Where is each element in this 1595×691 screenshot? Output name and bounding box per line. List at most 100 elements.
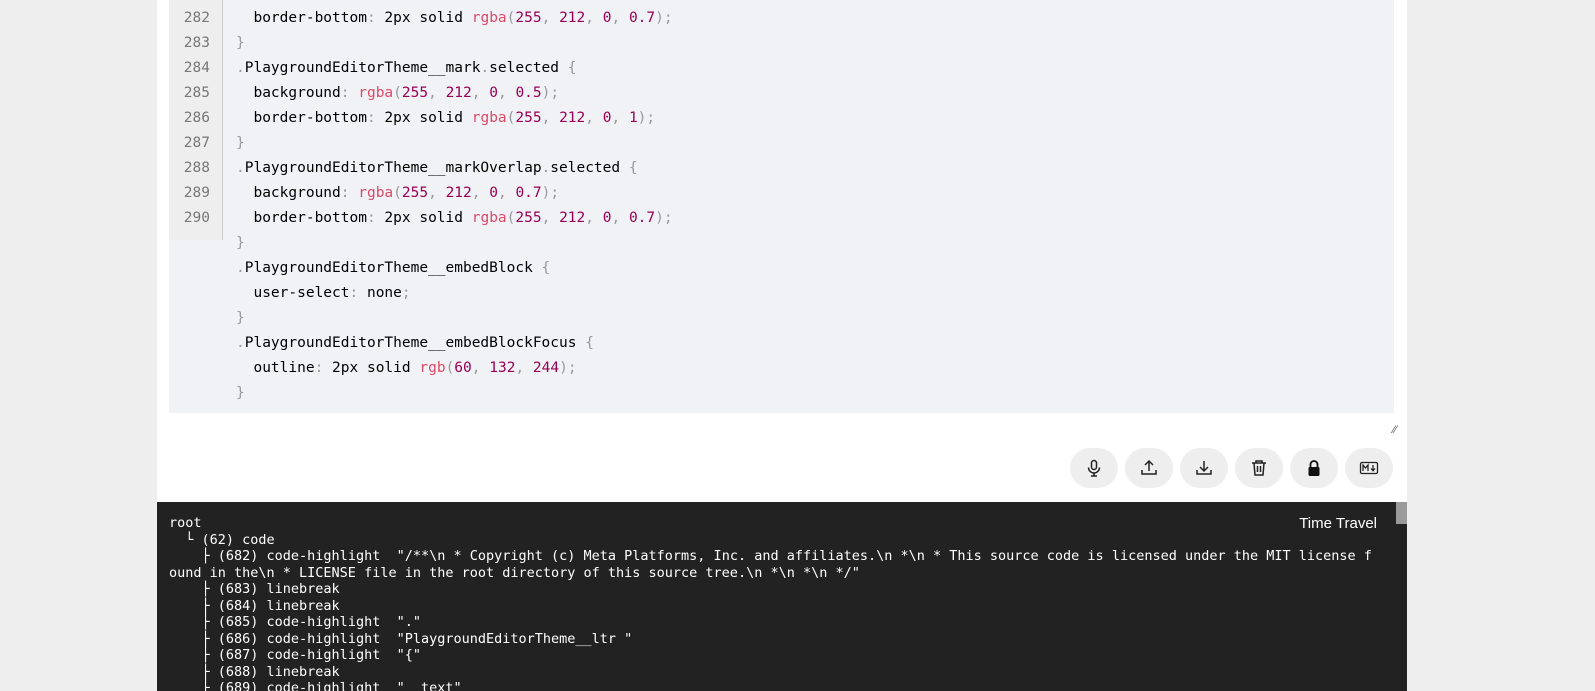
code-token: PlaygroundEditorTheme__embedBlockFocus	[244, 334, 586, 351]
line-number: 287	[183, 134, 210, 151]
code-token: }	[236, 34, 245, 51]
code-token: border-bottom	[236, 9, 367, 26]
code-token: ,	[541, 209, 560, 226]
code-token: (	[393, 84, 402, 101]
code-line[interactable]: user-select: none;	[169, 281, 1394, 306]
lock-icon	[1308, 460, 1320, 476]
code-token: .	[236, 334, 245, 351]
code-token: :	[340, 84, 359, 101]
code-token: 132	[489, 359, 516, 376]
code-token: PlaygroundEditorTheme__embedBlock	[244, 259, 542, 276]
code-token: }	[236, 309, 245, 326]
code-block[interactable]: 282 border-bottom: 2px solid rgba(255, 2…	[169, 0, 1394, 413]
code-line[interactable]: .PlaygroundEditorTheme__embedBlockFocus …	[169, 331, 1394, 356]
code-text: }	[236, 31, 245, 56]
code-token: ,	[541, 109, 560, 126]
code-token: );	[655, 209, 673, 226]
line-number: 288	[183, 159, 210, 176]
code-token: border-bottom	[236, 209, 367, 226]
code-line[interactable]: 287}	[169, 131, 1394, 156]
markdown-button[interactable]	[1345, 448, 1393, 488]
line-number: 290	[183, 209, 210, 226]
export-button[interactable]	[1180, 448, 1228, 488]
code-token: 60	[454, 359, 472, 376]
line-number: 285	[183, 84, 210, 101]
code-line[interactable]: }	[169, 381, 1394, 406]
code-token: 2px solid	[384, 9, 472, 26]
code-token: 0.7	[515, 184, 542, 201]
editor-container: 282 border-bottom: 2px solid rgba(255, 2…	[157, 0, 1407, 502]
code-token: .	[480, 59, 490, 76]
code-line[interactable]: 285 background: rgba(255, 212, 0, 0.5);	[169, 81, 1394, 106]
code-line[interactable]: 286 border-bottom: 2px solid rgba(255, 2…	[169, 106, 1394, 131]
code-token: :	[349, 284, 367, 301]
code-token: ,	[611, 9, 629, 26]
code-token: 212	[559, 209, 586, 226]
speech-to-text-button[interactable]	[1070, 448, 1118, 488]
code-line[interactable]: 288 .PlaygroundEditorTheme__markOverlap.s…	[169, 156, 1394, 181]
code-token: }	[236, 384, 245, 401]
code-line[interactable]: outline: 2px solid rgb(60, 132, 244);	[169, 356, 1394, 381]
code-token: 212	[559, 9, 586, 26]
code-token: }	[236, 134, 245, 151]
code-token: 255	[401, 184, 429, 201]
code-token: 0.5	[515, 84, 542, 101]
code-token: ,	[497, 84, 516, 101]
code-token: ,	[541, 9, 560, 26]
code-token: {	[628, 159, 638, 176]
lock-button[interactable]	[1290, 448, 1338, 488]
code-line[interactable]: }	[169, 306, 1394, 331]
code-token: selected	[489, 59, 568, 76]
code-line[interactable]: 289 background: rgba(255, 212, 0, 0.7);	[169, 181, 1394, 206]
code-token: 2px solid	[332, 359, 420, 376]
scrollbar-thumb[interactable]	[1396, 502, 1407, 524]
code-token: );	[559, 359, 577, 376]
line-number: 289	[183, 184, 210, 201]
editor-actions-toolbar	[1070, 448, 1393, 488]
code-token: 212	[445, 184, 472, 201]
markdown-icon	[1359, 461, 1379, 475]
code-line[interactable]: 283}	[169, 31, 1394, 56]
code-token: 0	[489, 84, 498, 101]
code-line[interactable]: 284 .PlaygroundEditorTheme__mark.selected…	[169, 56, 1394, 81]
resize-handle-icon[interactable]: ⁄⁄	[1393, 424, 1405, 436]
code-token: PlaygroundEditorTheme__markOverlap	[244, 159, 542, 176]
code-text: .PlaygroundEditorTheme__mark.selected {	[236, 56, 576, 81]
code-token: 2px solid	[384, 209, 472, 226]
code-token: );	[541, 84, 560, 101]
line-number: 284	[183, 59, 210, 76]
code-token: 212	[559, 109, 586, 126]
code-token: .	[541, 159, 551, 176]
code-text: }	[236, 381, 245, 406]
code-line[interactable]: 282 border-bottom: 2px solid rgba(255, 2…	[169, 6, 1394, 31]
code-token: 1	[628, 109, 638, 126]
time-travel-button[interactable]: Time Travel	[1299, 515, 1377, 532]
code-token: 244	[532, 359, 560, 376]
code-token: 255	[401, 84, 429, 101]
code-token: rgba	[471, 209, 507, 226]
code-token: 0	[489, 184, 498, 201]
code-text: border-bottom: 2px solid rgba(255, 212, …	[236, 106, 655, 131]
code-line[interactable]: .PlaygroundEditorTheme__embedBlock {	[169, 256, 1394, 281]
code-token: ,	[585, 9, 603, 26]
clear-button[interactable]	[1235, 448, 1283, 488]
code-text: .PlaygroundEditorTheme__markOverlap.sele…	[236, 156, 638, 181]
code-text: background: rgba(255, 212, 0, 0.5);	[236, 81, 559, 106]
code-token: ,	[428, 84, 446, 101]
code-line[interactable]: 290 border-bottom: 2px solid rgba(255, 2…	[169, 206, 1394, 231]
code-line[interactable]: }	[169, 231, 1394, 256]
code-token: background	[236, 84, 341, 101]
code-token: none	[366, 284, 402, 301]
code-token: );	[541, 184, 560, 201]
code-token: );	[637, 109, 656, 126]
code-text: }	[236, 131, 245, 156]
code-token: :	[340, 184, 359, 201]
code-token: :	[366, 209, 385, 226]
code-token: user-select	[236, 284, 350, 301]
code-token: 255	[515, 109, 542, 126]
import-button[interactable]	[1125, 448, 1173, 488]
code-text: }	[236, 231, 245, 256]
code-text: border-bottom: 2px solid rgba(255, 212, …	[236, 6, 672, 31]
code-token: .	[236, 159, 245, 176]
code-token: ,	[497, 184, 516, 201]
